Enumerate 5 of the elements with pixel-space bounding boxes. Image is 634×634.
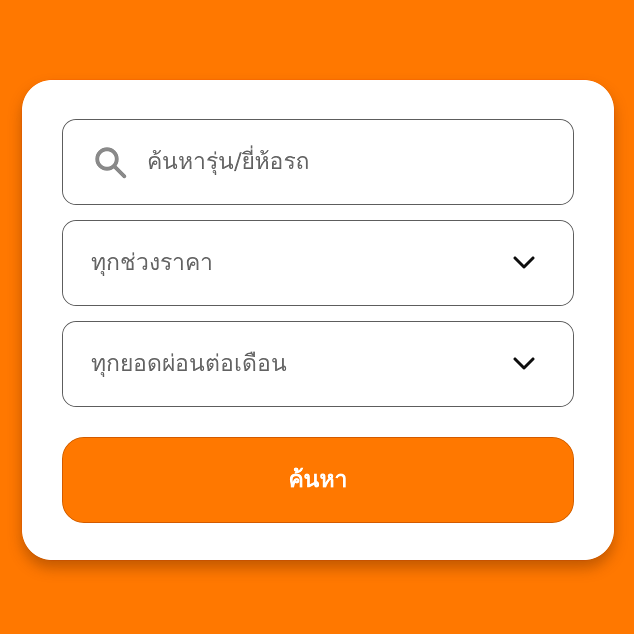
dropdown-field[interactable]: ทุกยอดผ่อนต่อเดือน [62, 321, 574, 407]
chevron-down-icon [513, 256, 535, 270]
dropdown-field[interactable]: ทุกช่วงราคา [62, 220, 574, 306]
chevron-down-icon [513, 357, 535, 371]
search-field[interactable]: ค้นหารุ่น/ยี่ห้อรถ [62, 119, 574, 205]
